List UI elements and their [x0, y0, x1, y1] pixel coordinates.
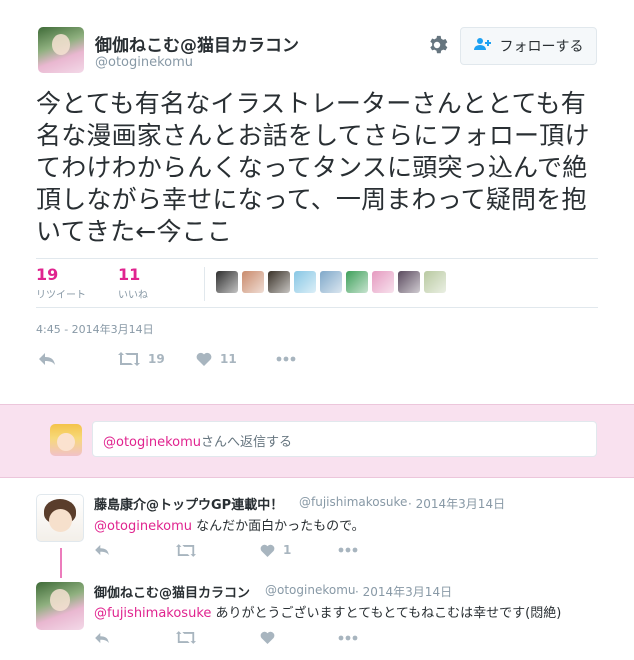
tweet-text: 今とても有名なイラストレーターさんととても有名な漫画家さんとお話をしてさらにフォ…: [36, 89, 590, 246]
like-count: 11: [220, 352, 237, 366]
reply-display-name[interactable]: 御伽ねこむ@猫目カラコン: [94, 582, 250, 601]
liker-avatars: [216, 271, 446, 293]
heart-icon: [260, 544, 275, 557]
author-display-name[interactable]: 御伽ねこむ@猫目カラコン: [95, 31, 299, 56]
more-button[interactable]: [338, 547, 358, 553]
reply-input-mention: @otoginekomu: [103, 435, 202, 450]
add-user-icon: [473, 37, 492, 55]
reply-avatar-fujishima[interactable]: [36, 494, 84, 542]
heart-icon: [196, 352, 212, 366]
author-handle[interactable]: @otoginekomu: [95, 55, 193, 70]
reply-text: @otoginekomu なんだか面白かったもので。: [94, 515, 365, 534]
liker-avatar[interactable]: [346, 271, 368, 293]
retweet-button[interactable]: 19: [118, 352, 196, 366]
retweets-stat[interactable]: 19 リツイート: [36, 265, 86, 301]
like-button[interactable]: 1: [260, 543, 338, 557]
like-button[interactable]: [260, 631, 338, 644]
retweet-count: 19: [148, 352, 165, 366]
retweets-count: 19: [36, 265, 59, 284]
liker-avatar[interactable]: [242, 271, 264, 293]
more-icon: [338, 635, 358, 641]
more-button[interactable]: [276, 356, 296, 362]
reply-avatar-otoginekomu[interactable]: [36, 582, 84, 630]
retweet-icon: [176, 543, 196, 557]
heart-icon: [260, 631, 275, 644]
reply-button[interactable]: [38, 352, 118, 366]
reply-mention[interactable]: @otoginekomu: [94, 519, 192, 534]
reply-icon: [38, 352, 56, 366]
liker-avatar[interactable]: [216, 271, 238, 293]
retweet-button[interactable]: [176, 543, 260, 557]
tweet-actions: 19 11: [38, 352, 296, 366]
likes-count: 11: [118, 265, 141, 284]
tweet-stats: 19 リツイート 11 いいね: [36, 258, 598, 308]
more-button[interactable]: [338, 635, 358, 641]
liker-avatar[interactable]: [320, 271, 342, 293]
liker-avatar[interactable]: [424, 271, 446, 293]
reply-date[interactable]: · 2014年3月14日: [408, 495, 505, 512]
like-count: 1: [283, 543, 292, 557]
reply-icon: [94, 544, 110, 556]
reply-display-name[interactable]: 藤島康介@トップウGP連載中！: [94, 494, 283, 513]
like-button[interactable]: 11: [196, 352, 276, 366]
tweet-timestamp[interactable]: 4:45 - 2014年3月14日: [36, 321, 154, 337]
reply-handle[interactable]: @fujishimakosuke: [299, 495, 407, 509]
more-icon: [276, 356, 296, 362]
liker-avatar[interactable]: [268, 271, 290, 293]
viewer-avatar: [50, 424, 82, 456]
reply-body: なんだか面白かったもので。: [192, 519, 365, 534]
stats-divider: [204, 267, 205, 301]
likes-label: いいね: [118, 290, 148, 301]
reply-actions: 1: [94, 543, 358, 557]
thread-connector: [60, 548, 62, 578]
liker-avatar[interactable]: [398, 271, 420, 293]
reply-button[interactable]: [94, 632, 176, 644]
reply-input[interactable]: @otoginekomuさんへ返信する: [92, 421, 597, 457]
follow-button-label: フォローする: [499, 39, 584, 55]
liker-avatar[interactable]: [294, 271, 316, 293]
reply-actions: [94, 631, 358, 644]
retweets-label: リツイート: [36, 290, 86, 301]
reply-handle[interactable]: @otoginekomu: [265, 583, 356, 597]
retweet-icon: [176, 631, 196, 644]
follow-button[interactable]: フォローする: [460, 27, 597, 65]
reply-text: @fujishimakosuke ありがとうございますとてもとてもねこむは幸せで…: [94, 602, 561, 621]
retweet-button[interactable]: [176, 631, 260, 644]
liker-avatar[interactable]: [372, 271, 394, 293]
reply-body: ありがとうございますとてもとてもねこむは幸せです(悶絶): [211, 606, 562, 621]
retweet-icon: [118, 352, 140, 366]
reply-button[interactable]: [94, 544, 176, 556]
reply-icon: [94, 632, 110, 644]
gear-icon[interactable]: [426, 34, 448, 56]
author-avatar[interactable]: [38, 27, 84, 73]
reply-input-placeholder: さんへ返信する: [201, 435, 293, 450]
reply-mention[interactable]: @fujishimakosuke: [94, 606, 211, 621]
likes-stat[interactable]: 11 いいね: [118, 265, 148, 301]
reply-date[interactable]: · 2014年3月14日: [355, 583, 452, 600]
more-icon: [338, 547, 358, 553]
